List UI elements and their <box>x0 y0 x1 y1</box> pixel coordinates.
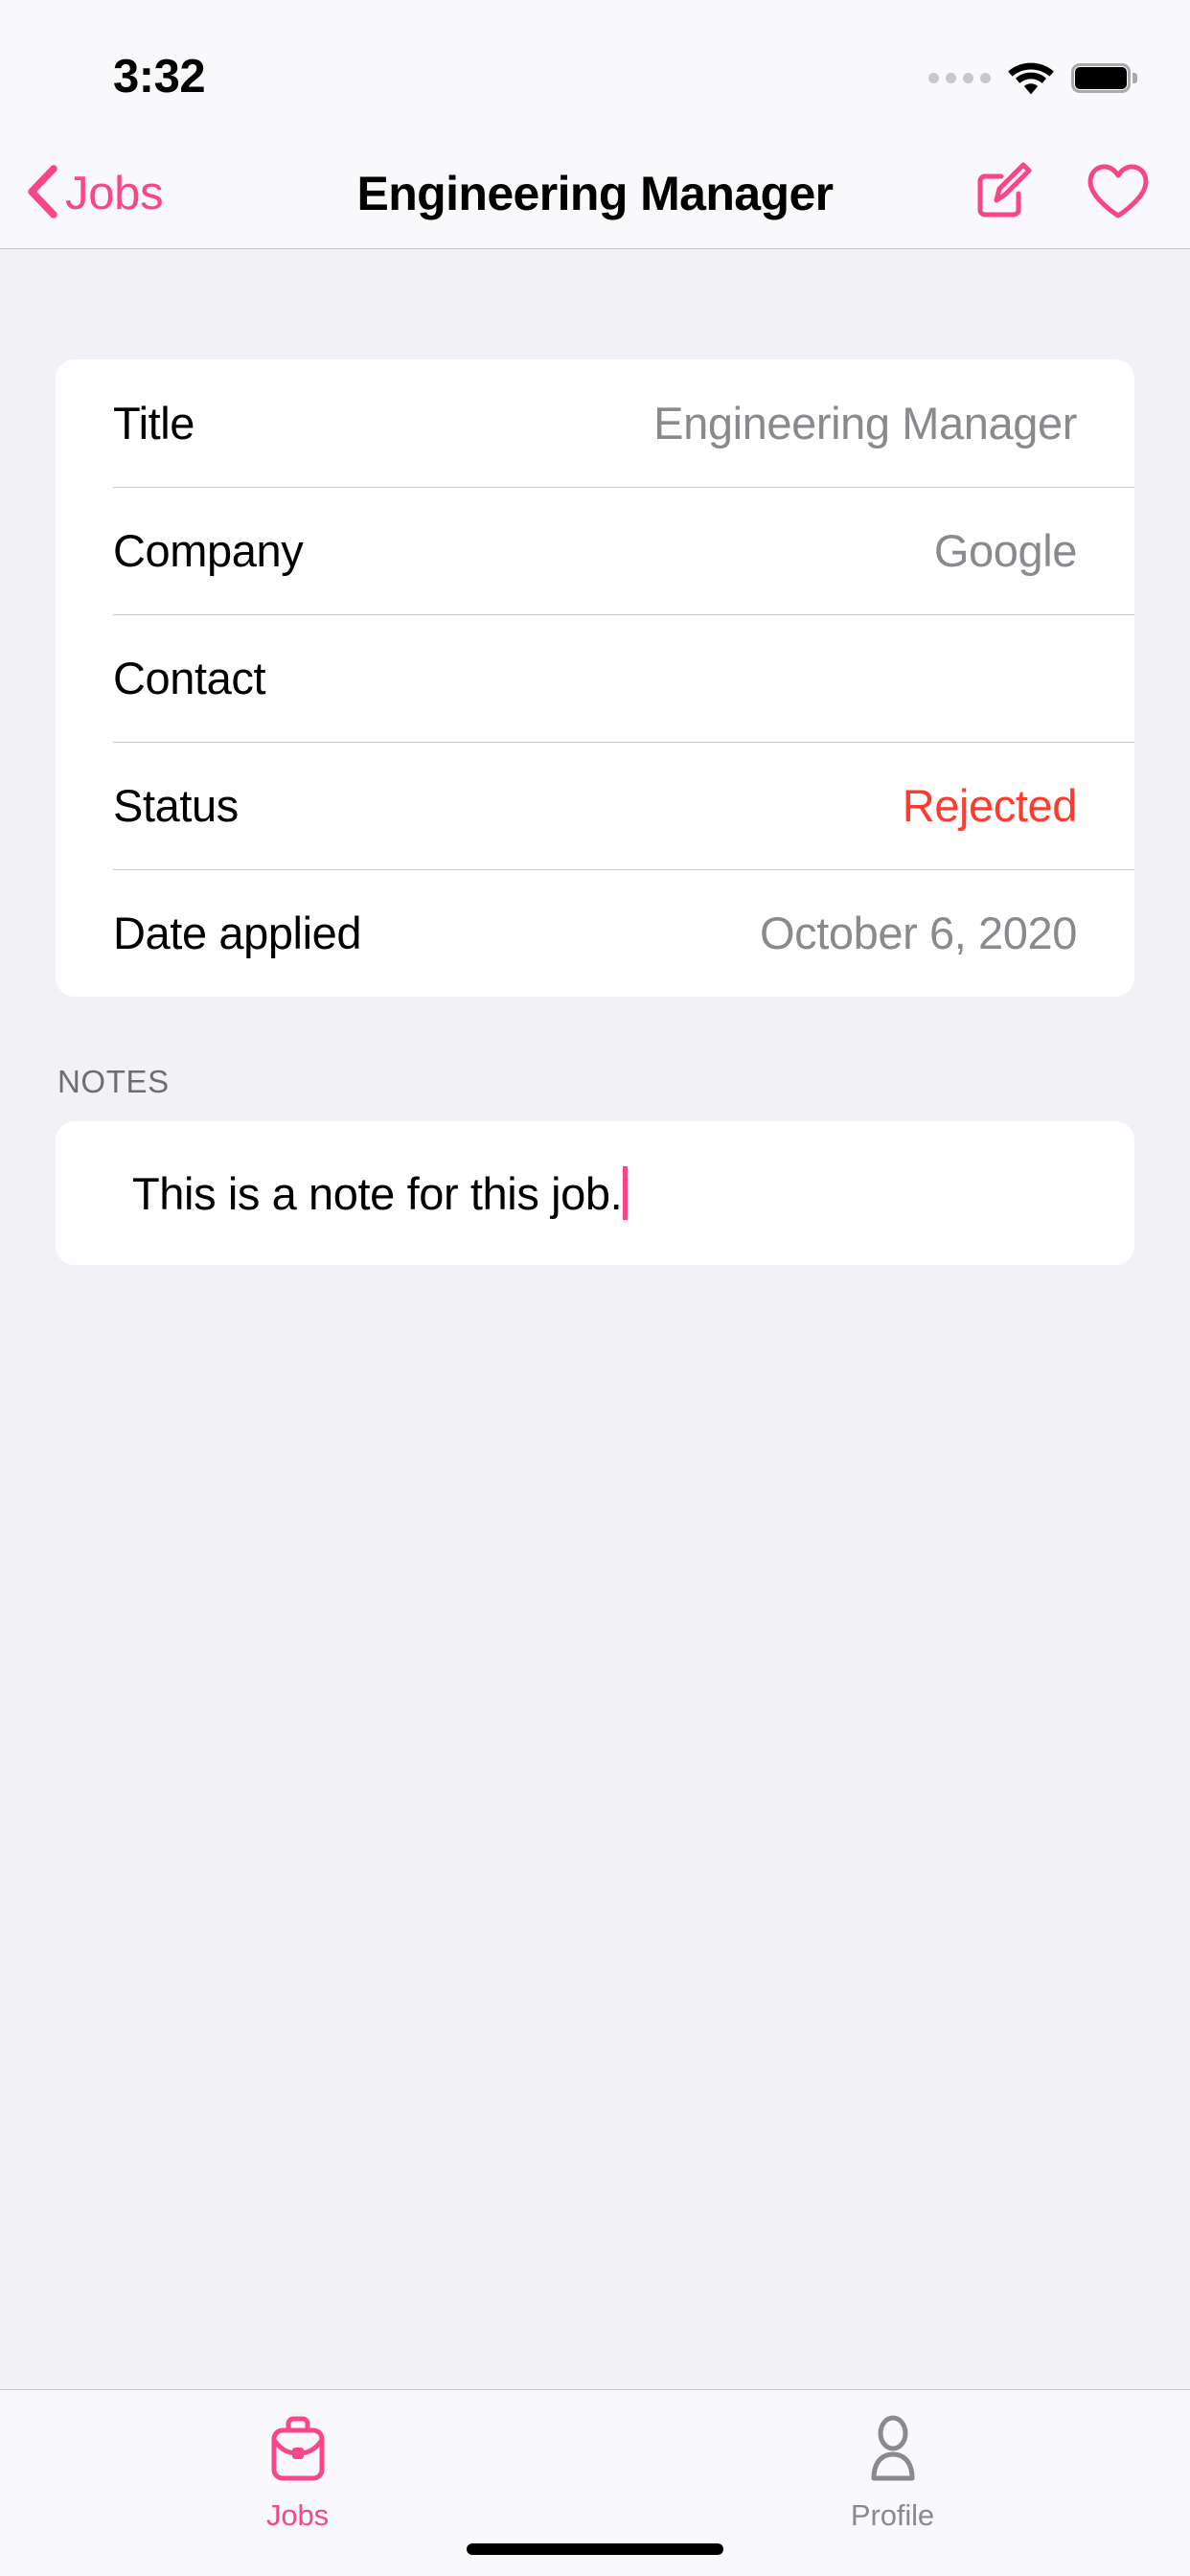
tab-label: Profile <box>851 2498 934 2533</box>
detail-label: Contact <box>113 652 265 704</box>
detail-label: Title <box>113 397 195 449</box>
battery-full-icon <box>1071 63 1131 93</box>
app-screen: 3:32 <box>0 0 1190 2576</box>
detail-row-contact[interactable]: Contact <box>56 614 1134 742</box>
home-indicator[interactable] <box>467 2543 723 2555</box>
detail-value: Engineering Manager <box>653 397 1077 449</box>
tab-bar: Jobs Profile <box>0 2389 1190 2576</box>
notes-input[interactable]: This is a note for this job. <box>56 1121 1134 1265</box>
detail-content: Title Engineering Manager Company Google… <box>0 249 1190 2389</box>
detail-label: Date applied <box>113 907 361 959</box>
detail-value: Google <box>934 524 1077 577</box>
navigation-bar: Jobs Engineering Manager <box>0 139 1190 249</box>
detail-row-date-applied[interactable]: Date applied October 6, 2020 <box>56 869 1134 997</box>
navigation-actions <box>973 162 1150 226</box>
detail-label: Company <box>113 524 303 577</box>
detail-value: October 6, 2020 <box>760 907 1077 959</box>
status-badge: Rejected <box>903 779 1077 832</box>
detail-row-company[interactable]: Company Google <box>56 487 1134 614</box>
wifi-icon <box>1008 61 1054 96</box>
detail-row-title[interactable]: Title Engineering Manager <box>56 359 1134 487</box>
heart-outline-icon[interactable] <box>1087 163 1150 225</box>
detail-row-status[interactable]: Status Rejected <box>56 742 1134 869</box>
tab-label: Jobs <box>266 2498 329 2533</box>
person-icon <box>858 2415 928 2487</box>
status-bar-clock: 3:32 <box>113 50 205 104</box>
signal-dots-icon <box>928 73 991 83</box>
text-cursor <box>623 1166 628 1220</box>
back-button-label: Jobs <box>65 167 163 220</box>
detail-label: Status <box>113 779 239 832</box>
notes-text: This is a note for this job. <box>132 1167 622 1220</box>
status-bar: 3:32 <box>0 0 1190 139</box>
notes-section-header: NOTES <box>57 1064 1190 1100</box>
job-details-card: Title Engineering Manager Company Google… <box>56 359 1134 997</box>
briefcase-icon <box>263 2415 333 2487</box>
compose-edit-icon[interactable] <box>973 162 1033 226</box>
chevron-left-icon <box>25 165 57 223</box>
status-bar-indicators <box>928 61 1131 96</box>
back-button[interactable]: Jobs <box>25 165 163 223</box>
